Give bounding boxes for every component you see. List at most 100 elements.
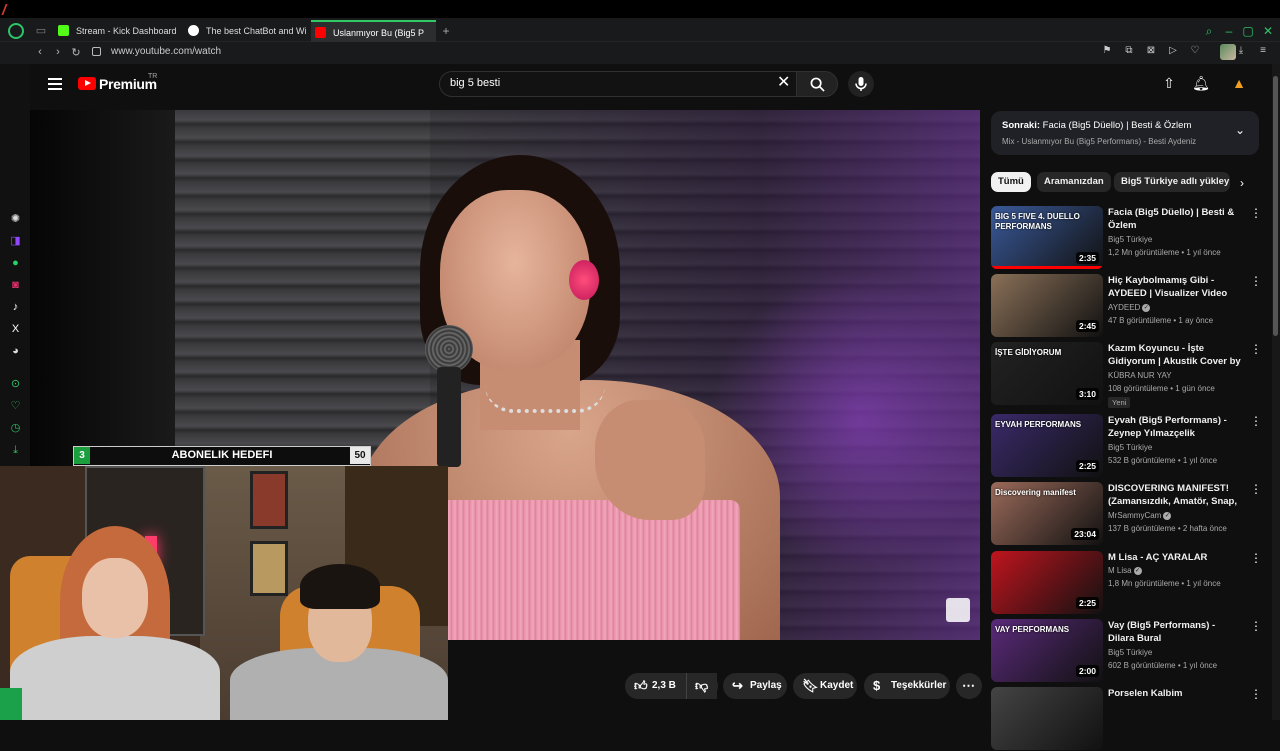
- recommendation-item[interactable]: Porselen Kalbim ⋮: [991, 687, 1262, 751]
- recommendation-item[interactable]: 2:45 Hiç Kaybolmamış Gibi - AYDEED | Visu…: [991, 274, 1262, 338]
- whatsapp-icon[interactable]: ●: [9, 257, 22, 270]
- recommendation-item[interactable]: EYVAH PERFORMANS 2:25 Eyvah (Big5 Performa…: [991, 414, 1262, 478]
- recommendation-item[interactable]: 2:25 M Lisa - AÇ YARALAR M Lisa ✓ 1,8 Mn gör…: [991, 551, 1262, 615]
- voice-search-button[interactable]: [848, 71, 874, 97]
- page-scrollbar[interactable]: [1272, 64, 1280, 720]
- more-options-icon[interactable]: ⋮: [1250, 688, 1262, 700]
- video-title[interactable]: Vay (Big5 Performans) - Dilara Bural: [1108, 619, 1244, 645]
- tab-overview-icon[interactable]: ▭: [34, 24, 48, 38]
- forward-icon[interactable]: ›: [51, 46, 65, 58]
- pink-dress: [440, 500, 740, 640]
- tiktok-icon[interactable]: ♪: [9, 301, 22, 314]
- video-thumbnail[interactable]: İŞTE GİDİYORUM 3:10: [991, 342, 1103, 405]
- search-button[interactable]: [796, 71, 838, 97]
- video-title[interactable]: Kazım Koyuncu - İşte Gidiyorum | Akustik…: [1108, 342, 1244, 369]
- more-options-icon[interactable]: ⋮: [1250, 552, 1262, 564]
- video-title[interactable]: DISCOVERING MANIFEST! (Zamansızdık, Amat…: [1108, 482, 1244, 509]
- chip-all[interactable]: Tümü: [991, 172, 1031, 192]
- channel-name[interactable]: KÜBRA NUR YAY: [1108, 371, 1172, 380]
- channel-name[interactable]: AYDEED ✓: [1108, 303, 1151, 312]
- microphone: [425, 325, 475, 467]
- video-title[interactable]: Eyvah (Big5 Performans) - Zeynep Yılmazç…: [1108, 414, 1244, 440]
- tab-kick-dashboard[interactable]: Stream - Kick Dashboard: [54, 20, 182, 42]
- menu-icon[interactable]: [48, 78, 62, 90]
- dislike-button[interactable]: 👎︎: [686, 673, 718, 699]
- video-thumbnail[interactable]: EYVAH PERFORMANS 2:25: [991, 414, 1103, 477]
- download-icon[interactable]: ⤓: [1234, 45, 1248, 56]
- channel-name[interactable]: Big5 Türkiye: [1108, 235, 1152, 244]
- chips-next-icon[interactable]: ›: [1240, 176, 1244, 190]
- chevron-down-icon[interactable]: ⌄: [1235, 123, 1245, 137]
- minimize-icon[interactable]: –: [1222, 24, 1236, 38]
- twitch-icon[interactable]: ◨: [9, 235, 22, 248]
- more-options-icon[interactable]: ⋮: [1250, 343, 1262, 355]
- notifications-bell-icon[interactable]: 🔔︎: [1192, 75, 1210, 93]
- chip-from-search[interactable]: Aramanızdan: [1037, 172, 1111, 192]
- more-options-icon[interactable]: ⋮: [1250, 207, 1262, 219]
- channel-name[interactable]: Big5 Türkiye: [1108, 648, 1152, 657]
- video-title[interactable]: Hiç Kaybolmamış Gibi - AYDEED | Visualiz…: [1108, 274, 1244, 300]
- discord-icon[interactable]: ◕: [9, 345, 22, 358]
- recommendation-item[interactable]: BIG 5 FIVE 4. DUELLO PERFORMANS 2:35 Facia…: [991, 206, 1262, 270]
- video-thumbnail[interactable]: 2:25: [991, 551, 1103, 614]
- chatgpt-icon[interactable]: ✺: [9, 213, 22, 226]
- recommendation-item[interactable]: VAY PERFORMANS 2:00 Vay (Big5 Performans) …: [991, 619, 1262, 683]
- recommendation-item[interactable]: İŞTE GİDİYORUM 3:10 Kazım Koyuncu - İşte G…: [991, 342, 1262, 408]
- close-window-icon[interactable]: ✕: [1261, 24, 1275, 38]
- save-button[interactable]: 🔖︎ Kaydet: [793, 673, 857, 699]
- upload-icon[interactable]: ⇧: [1160, 75, 1178, 93]
- watched-progress-bar: [991, 266, 1103, 269]
- opera-browser-icon[interactable]: [8, 23, 24, 39]
- video-thumbnail[interactable]: VAY PERFORMANS 2:00: [991, 619, 1103, 682]
- maximize-icon[interactable]: ▢: [1241, 24, 1255, 38]
- chip-from-uploader[interactable]: Big5 Türkiye adlı yükley: [1114, 172, 1230, 192]
- video-thumbnail[interactable]: Discovering manifest 23:04: [991, 482, 1103, 545]
- profile-avatar[interactable]: [1220, 44, 1236, 60]
- video-title[interactable]: M Lisa - AÇ YARALAR: [1108, 551, 1244, 564]
- more-options-icon[interactable]: ⋮: [1250, 483, 1262, 495]
- reload-icon[interactable]: ↻: [69, 46, 83, 59]
- video-meta: 137 B görüntüleme • 2 hafta önce: [1108, 524, 1227, 533]
- channel-name[interactable]: M Lisa ✓: [1108, 566, 1142, 575]
- channel-watermark-icon[interactable]: [946, 598, 970, 622]
- scrollbar-thumb[interactable]: [1273, 76, 1278, 336]
- history-sidebar-icon[interactable]: ◷: [9, 422, 22, 435]
- more-options-icon[interactable]: ⋮: [1250, 275, 1262, 287]
- thanks-button[interactable]: $ Teşekkürler: [864, 673, 950, 699]
- channel-name[interactable]: MrSammyCam ✓: [1108, 511, 1172, 520]
- search-input[interactable]: big 5 besti: [450, 77, 750, 89]
- share-button[interactable]: ↪ Paylaş: [723, 673, 787, 699]
- player-icon[interactable]: ▷: [1166, 45, 1180, 56]
- clear-search-icon[interactable]: ✕: [777, 75, 790, 91]
- account-avatar[interactable]: ▲: [1230, 75, 1248, 93]
- video-thumbnail[interactable]: BIG 5 FIVE 4. DUELLO PERFORMANS 2:35: [991, 206, 1103, 269]
- bookmark-page-icon[interactable]: ⚑: [1100, 45, 1114, 56]
- x-twitter-icon[interactable]: X: [9, 323, 22, 336]
- favorites-sidebar-icon[interactable]: ♡: [9, 400, 22, 413]
- easy-setup-icon[interactable]: ≡: [1256, 45, 1270, 56]
- tab-youtube[interactable]: Uslanmıyor Bu (Big5 P: [311, 20, 436, 42]
- search-tabs-icon[interactable]: ⌕: [1202, 24, 1216, 39]
- youtube-logo-icon[interactable]: [78, 77, 96, 90]
- downloads-sidebar-icon[interactable]: ⤓: [9, 444, 22, 457]
- more-options-icon[interactable]: ⋮: [1250, 415, 1262, 427]
- channel-name[interactable]: Big5 Türkiye: [1108, 443, 1152, 452]
- channel-name-text: M Lisa: [1108, 566, 1132, 575]
- url-field[interactable]: www.youtube.com/watch: [111, 46, 221, 57]
- tab-chatbot[interactable]: The best ChatBot and Wi: [184, 20, 308, 42]
- new-tab-icon[interactable]: +: [440, 25, 452, 37]
- player-sidebar-icon[interactable]: ⊙: [9, 378, 22, 391]
- video-thumbnail[interactable]: 2:45: [991, 274, 1103, 337]
- more-actions-button[interactable]: ⋯: [956, 673, 982, 699]
- heart-icon[interactable]: ♡: [1188, 45, 1202, 56]
- back-icon[interactable]: ‹: [33, 46, 47, 58]
- snapshot-icon[interactable]: ⧉: [1122, 45, 1136, 56]
- instagram-icon[interactable]: ◙: [9, 279, 22, 292]
- close-tab-icon[interactable]: ⊠: [1144, 45, 1158, 56]
- video-thumbnail[interactable]: [991, 687, 1103, 750]
- recommendation-item[interactable]: Discovering manifest 23:04 DISCOVERING MAN…: [991, 482, 1262, 546]
- next-up-card[interactable]: Sonraki: Facia (Big5 Düello) | Besti & Ö…: [991, 111, 1259, 155]
- video-title[interactable]: Porselen Kalbim: [1108, 687, 1244, 700]
- more-options-icon[interactable]: ⋮: [1250, 620, 1262, 632]
- video-title[interactable]: Facia (Big5 Düello) | Besti & Özlem: [1108, 206, 1244, 232]
